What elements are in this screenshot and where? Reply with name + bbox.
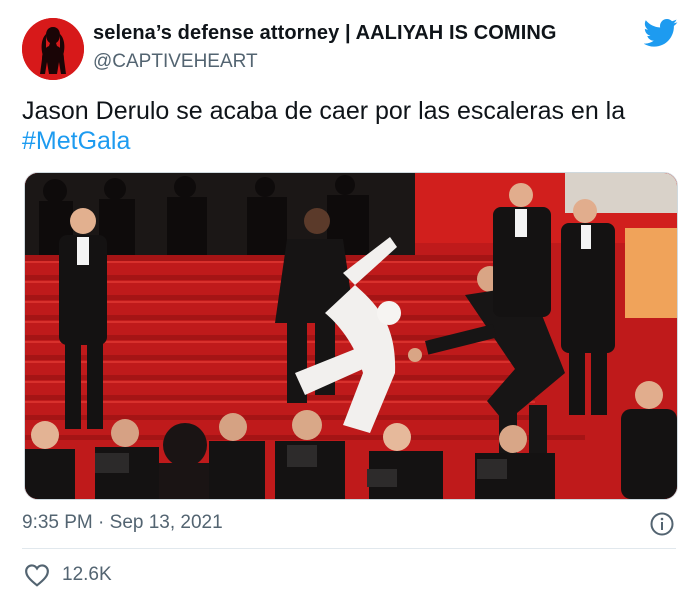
tweet-card: selena’s defense attorney | AALIYAH IS C… bbox=[0, 0, 700, 602]
like-count[interactable]: 12.6K bbox=[62, 564, 112, 586]
silhouette-avatar-icon bbox=[22, 18, 84, 80]
info-icon[interactable] bbox=[650, 512, 674, 536]
author-display-name[interactable]: selena’s defense attorney | AALIYAH IS C… bbox=[93, 22, 557, 45]
author-handle[interactable]: @CAPTIVEHEART bbox=[93, 51, 258, 73]
tweet-body: Jason Derulo se acaba de caer por las es… bbox=[22, 97, 626, 125]
twitter-bird-icon[interactable] bbox=[644, 18, 678, 48]
tweet-timestamp[interactable]: 9:35 PM · Sep 13, 2021 bbox=[22, 512, 223, 534]
tweet-photo[interactable] bbox=[24, 172, 678, 500]
red-carpet-photo bbox=[25, 173, 677, 499]
avatar[interactable] bbox=[22, 18, 84, 80]
tweet-text: Jason Derulo se acaba de caer por las es… bbox=[22, 96, 672, 156]
hashtag-link[interactable]: #MetGala bbox=[22, 126, 672, 156]
divider bbox=[22, 548, 676, 549]
heart-icon[interactable] bbox=[24, 563, 50, 587]
